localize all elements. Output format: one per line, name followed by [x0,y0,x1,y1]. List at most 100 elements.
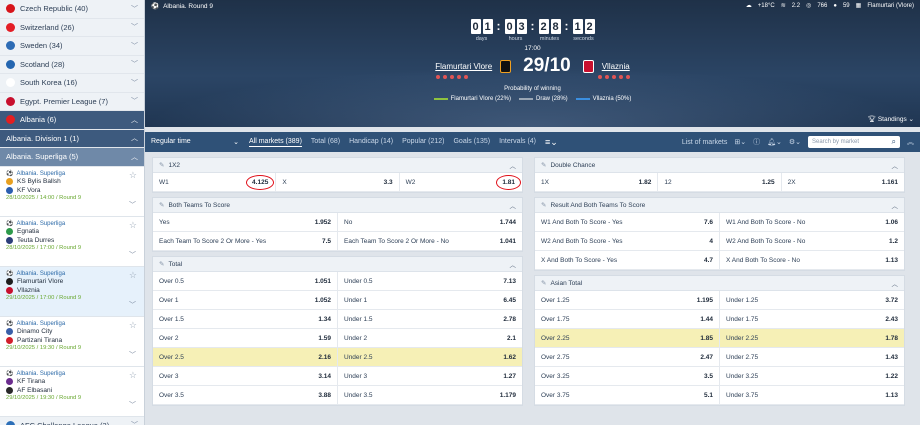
odds-cell[interactable]: Over 2.25 1.85 [535,329,720,347]
sidebar-country-albania[interactable]: Albania (6) ︿ [0,111,144,130]
chevron-down-icon[interactable]: ﹀ [129,400,136,410]
chevron-up-icon[interactable]: ︿ [892,200,899,210]
odds-cell[interactable]: 1X 1.82 [535,173,659,191]
odds-cell[interactable]: Over 3.5 3.88 [153,386,338,404]
odds-cell[interactable]: Over 1.75 1.44 [535,310,720,328]
odds-cell[interactable]: 12 1.25 [658,173,782,191]
market-header[interactable]: ✎ Result And Both Teams To Score ︿ [535,198,904,213]
tab-market-filter[interactable]: Handicap (14) [349,138,393,147]
sidebar-country[interactable]: Czech Republic (40) ﹀ [0,0,144,19]
odds-cell[interactable]: Each Team To Score 2 Or More - No 1.041 [338,232,522,250]
market-header[interactable]: ✎ Total ︿ [153,257,522,272]
odds-cell[interactable]: Each Team To Score 2 Or More - Yes 7.5 [153,232,338,250]
odds-cell[interactable]: Under 2.5 1.62 [338,348,522,366]
star-icon[interactable]: ☆ [129,170,137,181]
market-header[interactable]: ✎ Double Chance ︿ [535,158,904,173]
chevron-up-icon[interactable]: ︿ [510,160,517,170]
sidebar-league-superliga[interactable]: Albania. Superliga (5) ︿ [0,148,144,167]
odds-cell[interactable]: Over 3 3.14 [153,367,338,385]
sidebar-country[interactable]: Egypt. Premier League (7) ﹀ [0,92,144,111]
sidebar-country[interactable]: South Korea (16) ﹀ [0,74,144,93]
pin-icon[interactable]: ✎ [541,201,546,209]
bell-icon[interactable]: 🔔︎⌄ [767,138,782,146]
odds-cell[interactable]: Over 2.5 2.16 [153,348,338,366]
odds-cell[interactable]: No 1.744 [338,213,522,231]
star-icon[interactable]: ☆ [129,270,137,281]
odds-cell[interactable]: Under 1 6.45 [338,291,522,309]
standings-button[interactable]: 🏆︎ Standings ⌄ [868,115,914,123]
match-list-item[interactable]: ⚽ Albania. Superliga Flamurtari Vlore Vllaz… [0,266,144,317]
odds-cell[interactable]: X And Both To Score - Yes 4.7 [535,251,720,269]
pin-icon[interactable]: ✎ [159,201,164,209]
away-team-link[interactable]: Vllaznia [602,62,630,71]
star-icon[interactable]: ☆ [129,320,137,331]
pin-icon[interactable]: ✎ [159,260,164,268]
sidebar-country[interactable]: Scotland (28) ﹀ [0,55,144,74]
match-list-item[interactable]: ⚽ Albania. Superliga KF Tirana AF Elbasani 2… [0,366,144,417]
odds-cell[interactable]: Over 1.5 1.34 [153,310,338,328]
odds-cell[interactable]: Over 3.25 3.5 [535,367,720,385]
odds-cell[interactable]: Under 1.5 2.78 [338,310,522,328]
sidebar-country-afc[interactable]: AFC Challenge League (3)﹀ [0,416,144,425]
pin-icon[interactable]: ✎ [159,161,164,169]
chevron-up-icon[interactable]: ︿ [510,259,517,269]
sidebar-country[interactable]: Sweden (34) ﹀ [0,37,144,56]
sidebar-league-division1[interactable]: Albania. Division 1 (1) ︿ [0,129,144,148]
odds-cell[interactable]: Under 2 2.1 [338,329,522,347]
home-team-link[interactable]: Flamurtari Vlore [435,62,492,71]
odds-cell[interactable]: X 3.3 [276,173,400,191]
sidebar-country[interactable]: Switzerland (26) ﹀ [0,18,144,37]
odds-cell[interactable]: Over 1 1.052 [153,291,338,309]
star-icon[interactable]: ☆ [129,370,137,381]
pin-icon[interactable]: ✎ [541,279,546,287]
list-of-markets-label[interactable]: List of markets [682,139,728,146]
pin-icon[interactable]: ✎ [541,161,546,169]
chevron-down-icon[interactable]: ﹀ [129,200,136,210]
odds-cell[interactable]: X And Both To Score - No 1.13 [720,251,904,269]
odds-cell[interactable]: Over 1.25 1.195 [535,291,720,309]
chevron-down-icon[interactable]: ﹀ [129,300,136,310]
gear-icon[interactable]: ⚙⌄ [789,138,801,146]
tab-market-filter[interactable]: Total (68) [311,138,340,147]
tab-market-filter[interactable]: Popular (212) [402,138,444,147]
market-header[interactable]: ✎ 1X2 ︿ [153,158,522,173]
collapse-icon[interactable]: ︽ [907,137,914,147]
odds-cell[interactable]: Under 3.25 1.22 [720,367,904,385]
chevron-up-icon[interactable]: ︿ [510,200,517,210]
odds-cell[interactable]: Over 3.75 5.1 [535,386,720,404]
odds-cell[interactable]: W2 1.81 [400,173,522,191]
chevron-down-icon[interactable]: ﹀ [129,350,136,360]
odds-cell[interactable]: Under 1.25 3.72 [720,291,904,309]
odds-cell[interactable]: Under 3.5 1.179 [338,386,522,404]
search-input[interactable]: Search by market ⌕ [808,136,900,148]
odds-cell[interactable]: Over 2 1.59 [153,329,338,347]
odds-cell[interactable]: W1 And Both To Score - Yes 7.6 [535,213,720,231]
match-list-item[interactable]: ⚽ Albania. Superliga KS Bylis Ballsh KF Vor… [0,166,144,217]
odds-cell[interactable]: 2X 1.161 [782,173,904,191]
match-list-item[interactable]: ⚽ Albania. Superliga Dinamo City Partizani … [0,316,144,367]
tab-market-filter[interactable]: Intervals (4) [499,138,536,147]
odds-cell[interactable]: W2 And Both To Score - Yes 4 [535,232,720,250]
tab-market-filter[interactable]: All markets (389) [249,138,302,147]
odds-cell[interactable]: Under 0.5 7.13 [338,272,522,290]
odds-cell[interactable]: W1 And Both To Score - No 1.06 [720,213,904,231]
period-select[interactable]: Regular time ⌄ [151,138,239,146]
market-header[interactable]: ✎ Asian Total ︿ [535,276,904,291]
odds-cell[interactable]: Under 2.25 1.78 [720,329,904,347]
odds-cell[interactable]: Under 2.75 1.43 [720,348,904,366]
odds-cell[interactable]: Over 0.5 1.051 [153,272,338,290]
chevron-up-icon[interactable]: ︿ [892,160,899,170]
grid-icon[interactable]: ⊞⌄ [734,138,746,146]
market-header[interactable]: ✎ Both Teams To Score ︿ [153,198,522,213]
odds-cell[interactable]: W2 And Both To Score - No 1.2 [720,232,904,250]
menu-icon[interactable]: ≡⌄ [545,137,558,148]
chevron-down-icon[interactable]: ﹀ [129,250,136,260]
info-icon[interactable]: ⓘ [753,137,760,147]
odds-cell[interactable]: Over 2.75 2.47 [535,348,720,366]
odds-cell[interactable]: Yes 1.952 [153,213,338,231]
match-list-item[interactable]: ⚽ Albania. Superliga Egnatia Teuta Durres 28… [0,216,144,267]
odds-cell[interactable]: Under 1.75 2.43 [720,310,904,328]
star-icon[interactable]: ☆ [129,220,137,231]
odds-cell[interactable]: Under 3.75 1.13 [720,386,904,404]
odds-cell[interactable]: W1 4.125 [153,173,277,191]
